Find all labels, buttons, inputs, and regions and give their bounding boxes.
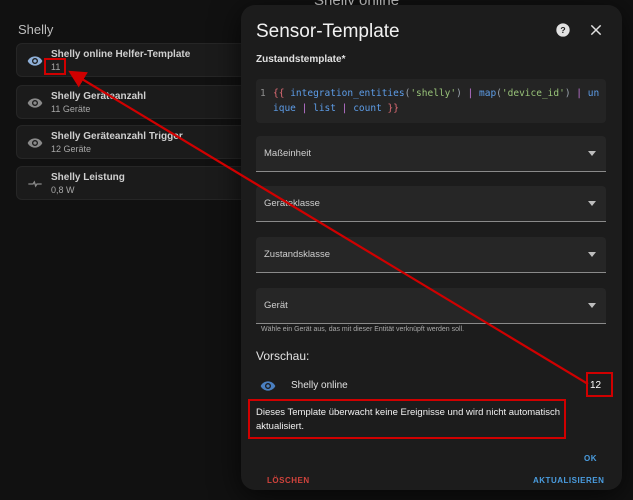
code-token: | xyxy=(301,103,308,114)
template-code-editor[interactable]: 1 {{ integration_entities('shelly') | ma… xyxy=(256,79,606,123)
select-device-class[interactable]: Geräteklasse xyxy=(256,186,606,222)
svg-text:?: ? xyxy=(560,25,565,35)
code-token: 'shelly' xyxy=(410,88,457,99)
highlight-box-helper-state xyxy=(44,58,66,75)
entity-card-geraeteanzahl[interactable]: Shelly Geräteanzahl 11 Geräte xyxy=(16,85,276,119)
highlight-box-preview-value xyxy=(586,372,613,397)
help-circle-icon[interactable]: ? xyxy=(555,22,571,38)
code-token: 'device_id' xyxy=(501,88,565,99)
ok-button[interactable]: OK xyxy=(584,454,597,463)
code-content: {{ integration_entities('shelly') | map(… xyxy=(273,88,600,114)
code-token: map xyxy=(479,88,497,99)
select-unit-of-measurement[interactable]: Maßeinheit xyxy=(256,136,606,172)
chevron-down-icon xyxy=(588,303,596,308)
eye-icon xyxy=(27,98,43,108)
device-helper-text: Wähle ein Gerät aus, das mit dieser Enti… xyxy=(261,326,465,333)
eye-icon xyxy=(27,56,43,66)
entity-state: 11 Geräte xyxy=(51,104,91,114)
chevron-down-icon xyxy=(588,252,596,257)
delete-button[interactable]: LÖSCHEN xyxy=(267,476,310,485)
eye-icon xyxy=(260,381,276,391)
chevron-down-icon xyxy=(588,151,596,156)
entity-card-geraeteanzahl-trigger[interactable]: Shelly Geräteanzahl Trigger 12 Geräte xyxy=(16,125,276,159)
section-title: Shelly xyxy=(18,22,54,37)
code-token: | xyxy=(467,88,474,99)
dash-line-icon xyxy=(28,180,42,188)
preview-title: Vorschau: xyxy=(256,349,310,363)
template-label: Zustandstemplate* xyxy=(256,54,346,65)
code-token: {{ xyxy=(273,88,285,99)
select-label: Gerät xyxy=(264,300,288,311)
dialog-title: Sensor-Template xyxy=(256,21,400,42)
entity-name: Shelly Geräteanzahl Trigger xyxy=(51,131,183,142)
code-token: | xyxy=(341,103,348,114)
select-state-class[interactable]: Zustandsklasse xyxy=(256,237,606,273)
select-label: Zustandsklasse xyxy=(264,249,331,260)
eye-icon xyxy=(27,138,43,148)
select-label: Maßeinheit xyxy=(264,148,311,159)
code-line-number: 1 xyxy=(260,88,266,99)
close-icon[interactable] xyxy=(588,22,604,38)
code-token: list xyxy=(313,103,336,114)
code-token: integration_entities xyxy=(290,88,405,99)
update-button[interactable]: AKTUALISIEREN xyxy=(533,476,604,485)
code-token: count xyxy=(353,103,382,114)
entity-name: Shelly Leistung xyxy=(51,172,125,183)
highlight-box-warning xyxy=(248,399,566,439)
code-token: }} xyxy=(387,103,399,114)
entity-name: Shelly online Helfer-Template xyxy=(51,49,191,60)
select-device[interactable]: Gerät xyxy=(256,288,606,324)
entity-name: Shelly Geräteanzahl xyxy=(51,91,147,102)
entity-state: 12 Geräte xyxy=(51,144,92,154)
preview-entity-name: Shelly online xyxy=(291,380,348,391)
select-label: Geräteklasse xyxy=(264,198,320,209)
code-token: | xyxy=(576,88,583,99)
chevron-down-icon xyxy=(588,201,596,206)
entity-card-leistung[interactable]: Shelly Leistung 0,8 W xyxy=(16,166,276,200)
entity-state: 0,8 W xyxy=(51,185,75,195)
